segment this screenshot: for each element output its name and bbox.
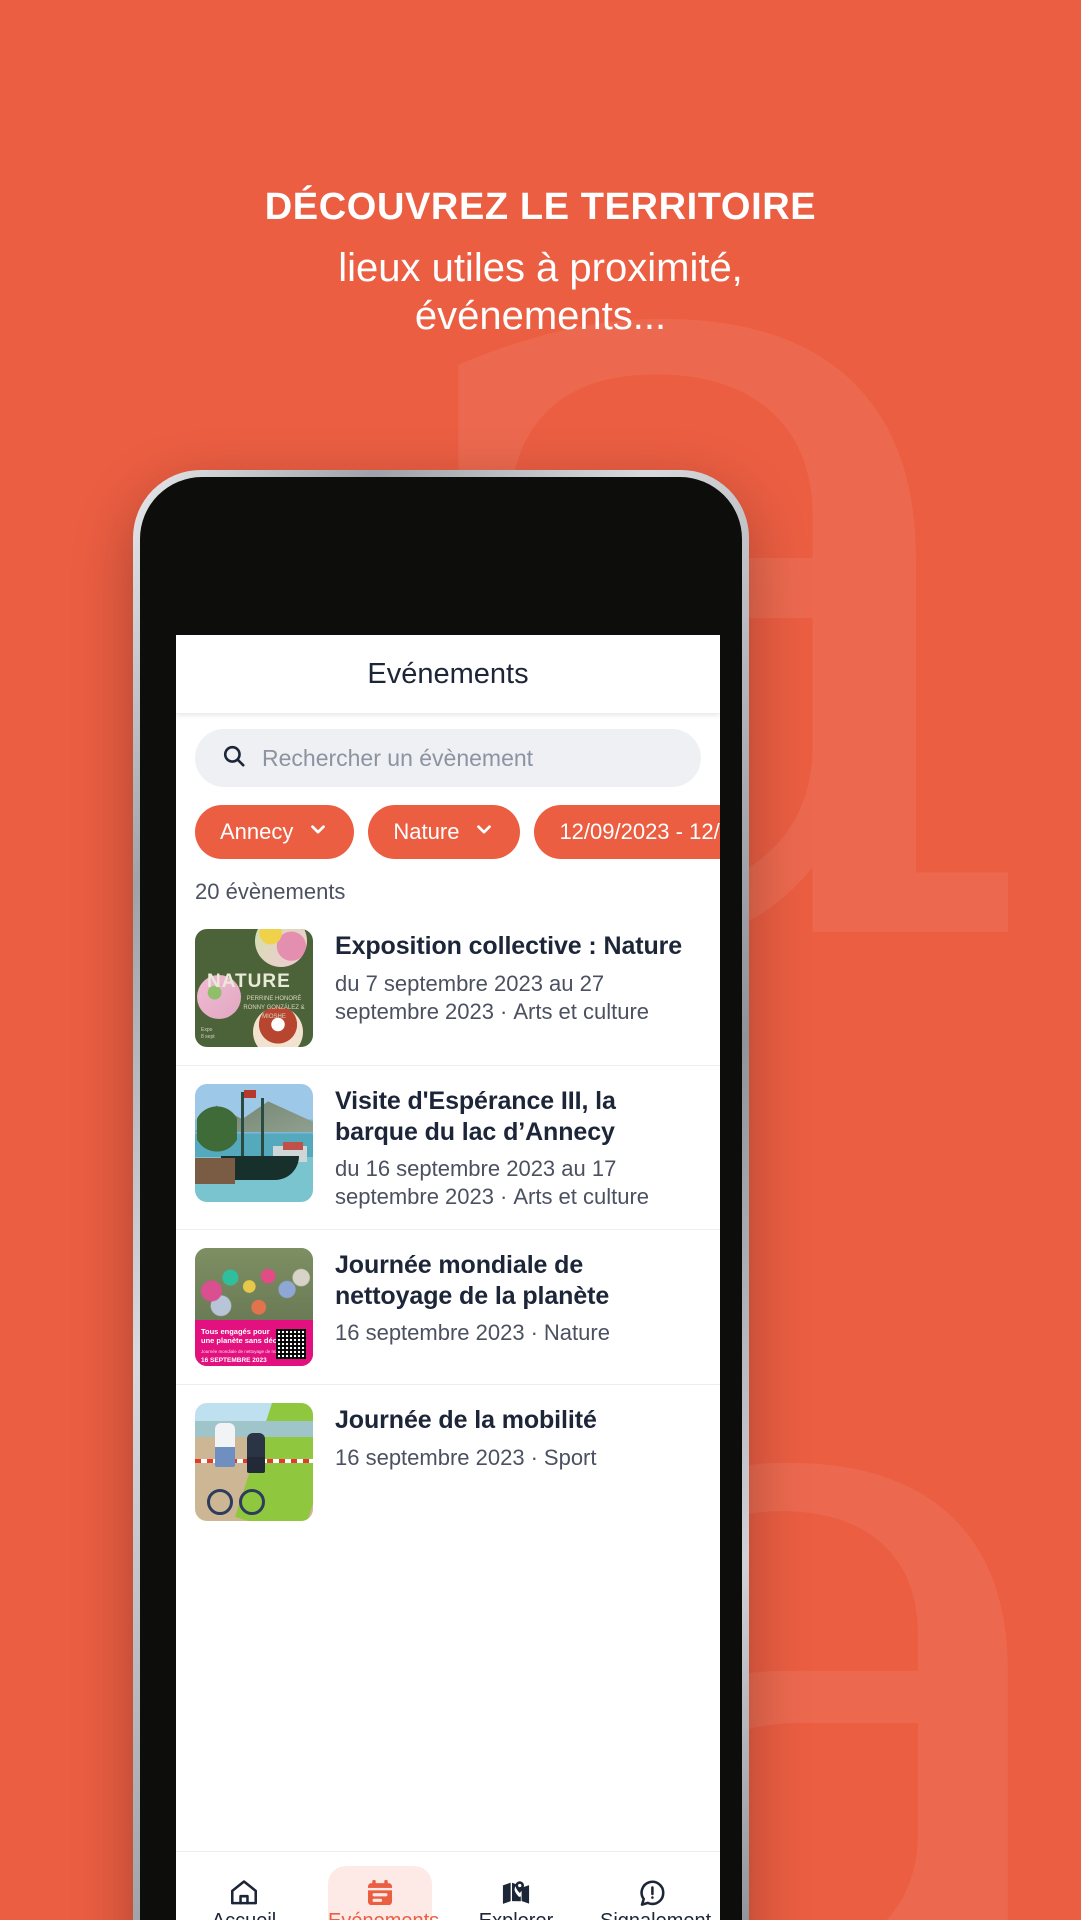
event-category: Nature <box>543 1320 610 1346</box>
event-meta: du 7 septembre 2023 au 27 septembre 2023… <box>335 970 701 1026</box>
meta-separator: · <box>500 998 508 1024</box>
app-screen: Evénements Rechercher un évènement Annec… <box>176 635 720 1920</box>
tab-evenements-label: Evénements <box>328 1910 439 1920</box>
event-thumbnail <box>195 1403 313 1522</box>
chevron-down-icon <box>473 818 495 846</box>
filter-chip-category-label: Nature <box>393 819 460 844</box>
calendar-icon <box>328 1876 432 1910</box>
promo-subtitle-line-1: lieux utiles à proximité, <box>338 245 743 290</box>
event-date: 16 septembre 2023 <box>335 1320 525 1346</box>
thumb-credits: PERRINE HONORÉ RONNY GONZÁLEZ & MIOSHE <box>243 996 305 1020</box>
event-body: Journée mondiale de nettoyage de la plan… <box>335 1248 701 1347</box>
poster-cleanup-image: Tous engagés pour une planète sans déche… <box>195 1248 313 1367</box>
search-placeholder: Rechercher un évènement <box>262 744 534 771</box>
promo-text-block: DÉCOUVREZ LE TERRITOIRE lieux utiles à p… <box>0 186 1081 341</box>
meta-separator: · <box>500 1184 508 1210</box>
search-input[interactable]: Rechercher un évènement <box>195 729 701 787</box>
tab-accueil-label: Accueil <box>192 1910 296 1920</box>
filter-chip-row[interactable]: Annecy Nature 12/09/2023 - 12/1 <box>176 787 720 859</box>
bottom-navigation: Accueil <box>176 1851 720 1920</box>
event-title: Journée mondiale de nettoyage de la plan… <box>335 1251 610 1310</box>
event-list: NATURE PERRINE HONORÉ RONNY GONZÁLEZ & M… <box>176 911 720 1540</box>
tab-evenements[interactable]: Evénements <box>312 1852 448 1920</box>
page-title: Evénements <box>367 657 529 690</box>
event-date: 16 septembre 2023 <box>335 1444 525 1470</box>
filter-chip-date-range[interactable]: 12/09/2023 - 12/1 <box>534 805 720 859</box>
tab-explorer-label: Explorer <box>464 1910 568 1920</box>
event-body: Visite d'Espérance III, la barque du lac… <box>335 1084 701 1211</box>
photo-bikes-image <box>195 1403 313 1522</box>
chevron-down-icon <box>307 818 329 846</box>
filter-chip-city-label: Annecy <box>220 819 294 844</box>
event-body: Exposition collective : Nature du 7 sept… <box>335 929 701 1026</box>
event-thumbnail: Tous engagés pour une planète sans déche… <box>195 1248 313 1367</box>
event-meta: du 16 septembre 2023 au 17 septembre 202… <box>335 1155 701 1211</box>
map-icon <box>464 1876 568 1910</box>
list-item[interactable]: Tous engagés pour une planète sans déche… <box>176 1230 720 1386</box>
meta-separator: · <box>530 1320 538 1346</box>
phone-mockup: Evénements Rechercher un évènement Annec… <box>133 470 749 1920</box>
list-item[interactable]: Journée de la mobilité 16 septembre 2023… <box>176 1385 720 1539</box>
tab-accueil[interactable]: Accueil <box>176 1852 312 1920</box>
promo-screenshot: a a DÉCOUVREZ LE TERRITOIRE lieux utiles… <box>0 0 1081 1920</box>
thumb-line-1: Tous engagés pour <box>201 1327 270 1337</box>
event-meta: 16 septembre 2023 · Nature <box>335 1319 701 1347</box>
promo-title: DÉCOUVREZ LE TERRITOIRE <box>264 186 817 228</box>
event-meta: 16 septembre 2023 · Sport <box>335 1444 701 1472</box>
tab-signalement-label: Signalement <box>600 1910 711 1920</box>
result-count: 20 évènements <box>176 859 720 911</box>
promo-subtitle-line-2: événements... <box>414 294 667 339</box>
event-category: Arts et culture <box>513 1184 650 1210</box>
thumb-fineprint: Expo 8 sept <box>201 1027 215 1040</box>
filter-chip-date-range-label: 12/09/2023 - 12/1 <box>559 819 720 844</box>
event-category: Sport <box>543 1444 597 1470</box>
event-title: Exposition collective : Nature <box>335 932 683 960</box>
meta-separator: · <box>530 1444 538 1470</box>
thumb-line-4: 16 SEPTEMBRE 2023 <box>201 1357 267 1365</box>
event-thumbnail <box>195 1084 313 1202</box>
list-item[interactable]: Visite d'Espérance III, la barque du lac… <box>176 1066 720 1231</box>
alert-message-icon <box>600 1876 704 1910</box>
home-icon <box>192 1876 296 1910</box>
app-header: Evénements <box>176 635 720 713</box>
phone-bezel: Evénements Rechercher un évènement Annec… <box>140 477 742 1920</box>
event-category: Arts et culture <box>513 998 650 1024</box>
list-item[interactable]: NATURE PERRINE HONORÉ RONNY GONZÁLEZ & M… <box>176 911 720 1066</box>
photo-boat-lake-image <box>195 1084 313 1202</box>
filter-chip-category[interactable]: Nature <box>368 805 521 859</box>
qr-code-icon <box>276 1329 306 1360</box>
event-body: Journée de la mobilité 16 septembre 2023… <box>335 1403 701 1472</box>
poster-nature-image: NATURE PERRINE HONORÉ RONNY GONZÁLEZ & M… <box>195 929 313 1047</box>
event-thumbnail: NATURE PERRINE HONORÉ RONNY GONZÁLEZ & M… <box>195 929 313 1047</box>
thumb-word: NATURE <box>207 971 291 992</box>
tab-explorer[interactable]: Explorer <box>448 1852 584 1920</box>
search-section: Rechercher un évènement <box>176 713 720 787</box>
event-title: Visite d'Espérance III, la barque du lac… <box>335 1087 616 1146</box>
tab-signalement[interactable]: Signalement <box>584 1852 720 1920</box>
filter-chip-city[interactable]: Annecy <box>195 805 355 859</box>
search-icon <box>221 743 247 774</box>
event-title: Journée de la mobilité <box>335 1406 597 1435</box>
